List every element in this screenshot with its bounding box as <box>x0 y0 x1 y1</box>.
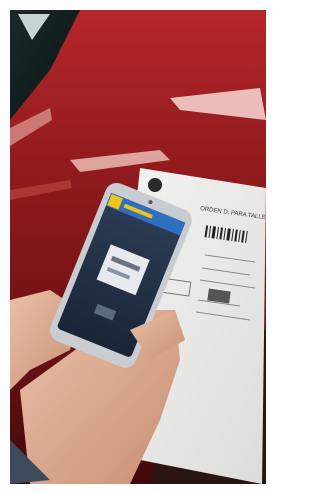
photo-frame: ORDEN D. PARA TALLER <box>0 0 276 493</box>
document-logo <box>148 178 162 192</box>
photograph: ORDEN D. PARA TALLER <box>10 10 266 484</box>
photo-scene: ORDEN D. PARA TALLER <box>10 10 266 484</box>
